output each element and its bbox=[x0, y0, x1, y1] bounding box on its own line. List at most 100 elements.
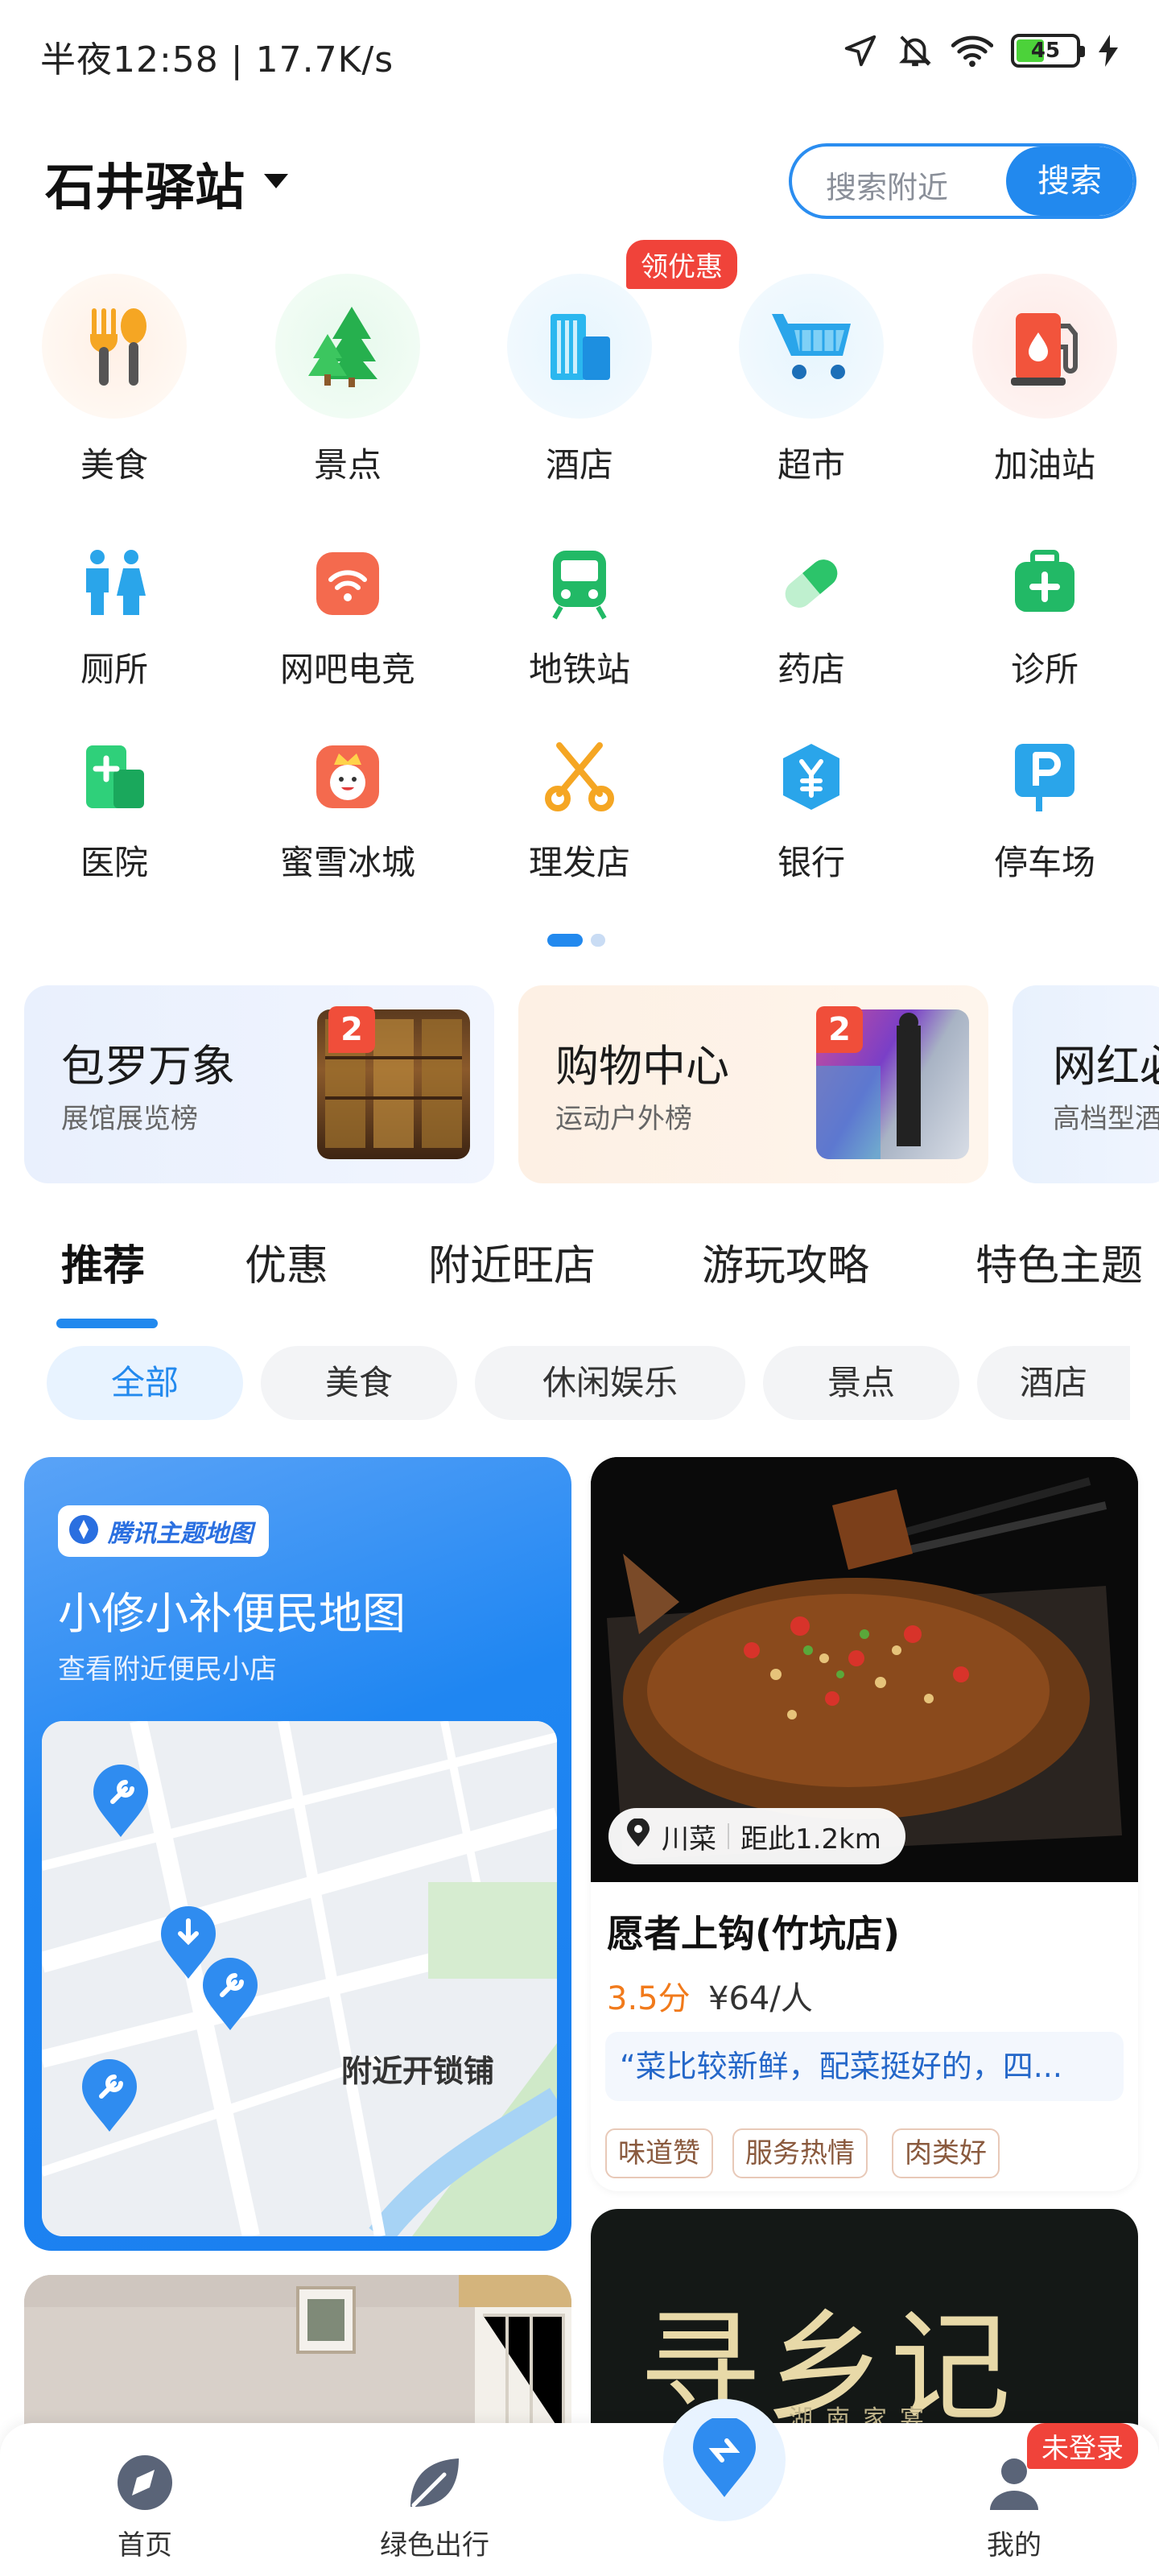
status-bar: 半夜12:58 | 17.7K/s 45 bbox=[0, 0, 1159, 105]
charging-icon bbox=[1098, 35, 1119, 67]
restaurant-tag: 肉类好 bbox=[892, 2128, 1000, 2178]
hotel-promo-badge: 领优惠 bbox=[626, 240, 737, 289]
category-hotel[interactable]: 酒店 bbox=[491, 274, 668, 487]
caret-down-icon bbox=[262, 172, 290, 193]
feature-card-trending[interactable]: 网红必 高档型酒 bbox=[1013, 985, 1159, 1183]
status-time: 半夜12:58 | 17.7K/s bbox=[40, 39, 394, 80]
category-scenic[interactable]: 景点 bbox=[259, 274, 436, 487]
chip-leisure[interactable]: 休闲娱乐 bbox=[475, 1346, 745, 1420]
category-label: 加油站 bbox=[993, 445, 1095, 485]
restaurant-tag: 味道赞 bbox=[605, 2128, 713, 2178]
category-label: 银行 bbox=[777, 843, 845, 882]
feature-card-subtitle: 运动户外榜 bbox=[555, 1103, 692, 1135]
map-brand-text: 腾讯主题地图 bbox=[108, 1520, 253, 1548]
login-status-badge: 未登录 bbox=[1027, 2423, 1138, 2469]
chip-food[interactable]: 美食 bbox=[261, 1346, 457, 1420]
category-bank[interactable]: 银行 bbox=[723, 733, 900, 885]
content-tabs: 推荐 优惠 附近旺店 游玩攻略 特色主题 bbox=[0, 1232, 1159, 1328]
nav-map-button[interactable] bbox=[663, 2399, 786, 2521]
category-mixue[interactable]: 蜜雪冰城 bbox=[259, 733, 436, 885]
nav-home[interactable]: 首页 bbox=[64, 2452, 225, 2562]
category-parking[interactable]: 停车场 bbox=[956, 733, 1133, 885]
feature-card-rank: 2 bbox=[816, 1006, 863, 1053]
nav-label: 我的 bbox=[987, 2529, 1041, 2562]
category-gas-station[interactable]: 加油站 bbox=[956, 274, 1133, 487]
restaurant-card-2[interactable]: 寻乡记 湖南家宴 bbox=[591, 2209, 1138, 2434]
restaurant-photo: 川菜 距此1.2km bbox=[591, 1457, 1138, 1882]
status-icons: 45 bbox=[842, 32, 1119, 69]
category-label: 理发店 bbox=[528, 843, 630, 882]
category-label: 药店 bbox=[777, 650, 845, 689]
map-poi-label: 附近开锁铺 bbox=[341, 2054, 495, 2089]
tab-guides[interactable]: 游玩攻略 bbox=[702, 1232, 869, 1292]
nav-label: 首页 bbox=[118, 2529, 172, 2562]
leaf-icon bbox=[404, 2458, 465, 2516]
category-toilet[interactable]: 厕所 bbox=[26, 539, 203, 691]
search-input[interactable]: 搜索附近 bbox=[826, 163, 948, 207]
category-internet-cafe[interactable]: 网吧电竞 bbox=[259, 539, 436, 691]
category-clinic[interactable]: 诊所 bbox=[956, 539, 1133, 691]
restaurant-price: ¥64/人 bbox=[708, 1980, 813, 2017]
nav-green-travel[interactable]: 绿色出行 bbox=[354, 2452, 515, 2562]
category-supermarket[interactable]: 超市 bbox=[723, 274, 900, 487]
search-button[interactable]: 搜索 bbox=[1006, 147, 1133, 216]
restaurant-card[interactable]: 川菜 距此1.2km 愿者上钩(竹坑店) 3.5分 ¥64/人 “菜比较新鲜，配… bbox=[591, 1457, 1138, 2191]
feature-card-shopping[interactable]: 购物中心 运动户外榜 2 bbox=[518, 985, 988, 1183]
chip-all[interactable]: 全部 bbox=[47, 1346, 243, 1420]
category-pharmacy[interactable]: 药店 bbox=[723, 539, 900, 691]
clinic-icon bbox=[1000, 539, 1089, 628]
compass-nav-icon bbox=[114, 2455, 175, 2516]
subway-icon bbox=[535, 539, 624, 628]
tab-recommend[interactable]: 推荐 bbox=[61, 1232, 145, 1292]
chip-scenic[interactable]: 景点 bbox=[763, 1346, 959, 1420]
feature-card-subtitle: 展馆展览榜 bbox=[61, 1103, 198, 1135]
category-hospital[interactable]: 医院 bbox=[26, 733, 203, 885]
search-box[interactable]: 搜索附近 搜索 bbox=[789, 143, 1136, 219]
mixue-icon bbox=[303, 733, 392, 821]
page-dot-active bbox=[547, 934, 583, 947]
location-arrow-icon bbox=[842, 32, 879, 69]
tab-discount[interactable]: 优惠 bbox=[245, 1232, 328, 1292]
food-icon bbox=[42, 274, 187, 419]
room-card[interactable] bbox=[24, 2275, 571, 2436]
hospital-icon bbox=[70, 733, 159, 821]
map-brand: 腾讯主题地图 bbox=[58, 1505, 269, 1557]
location-name: 石井驿站 bbox=[45, 158, 245, 217]
map-preview: 附近开锁铺 bbox=[42, 1721, 557, 2236]
category-barber[interactable]: 理发店 bbox=[491, 733, 668, 885]
wifi-icon bbox=[951, 32, 993, 69]
wrench-pin-icon[interactable] bbox=[90, 1765, 151, 1842]
feature-card-exhibition[interactable]: 包罗万象 展馆展览榜 2 bbox=[24, 985, 494, 1183]
battery-icon: 45 bbox=[1011, 34, 1085, 68]
download-pin-icon[interactable] bbox=[158, 1810, 219, 1979]
feature-card-title: 网红必 bbox=[1053, 1041, 1159, 1092]
tab-active-indicator bbox=[56, 1319, 158, 1328]
location-selector[interactable]: 石井驿站 bbox=[45, 147, 290, 219]
map-card-subtitle: 查看附近便民小店 bbox=[58, 1653, 277, 1686]
user-icon bbox=[984, 2458, 1045, 2516]
category-label: 美食 bbox=[80, 445, 148, 485]
category-label: 酒店 bbox=[545, 445, 613, 485]
category-subway[interactable]: 地铁站 bbox=[491, 539, 668, 691]
supermarket-icon bbox=[739, 274, 884, 419]
category-label: 网吧电竞 bbox=[279, 650, 415, 689]
category-label: 超市 bbox=[777, 445, 845, 485]
category-label: 医院 bbox=[80, 843, 148, 882]
barber-icon bbox=[535, 733, 624, 821]
bell-muted-icon bbox=[897, 32, 934, 69]
category-food[interactable]: 美食 bbox=[26, 274, 203, 487]
feature-card-rank: 2 bbox=[328, 1006, 375, 1053]
chip-hotel[interactable]: 酒店 bbox=[977, 1346, 1130, 1420]
battery-level: 45 bbox=[1030, 39, 1061, 63]
restaurant-tag: 服务热情 bbox=[732, 2128, 868, 2178]
map-card[interactable]: 腾讯主题地图 小修小补便民地图 查看附近便民小店 附近开锁铺 bbox=[24, 1457, 571, 2251]
restaurant-score: 3.5分 bbox=[607, 1980, 691, 2017]
category-label: 诊所 bbox=[1010, 650, 1079, 689]
scenic-icon bbox=[275, 274, 420, 419]
category-label: 厕所 bbox=[80, 650, 148, 689]
wrench-pin-icon[interactable] bbox=[200, 1958, 261, 2035]
tab-themes[interactable]: 特色主题 bbox=[975, 1232, 1143, 1292]
wrench-pin-icon[interactable] bbox=[79, 2059, 140, 2136]
nav-label: 绿色出行 bbox=[380, 2529, 489, 2562]
tab-popular-nearby[interactable]: 附近旺店 bbox=[428, 1232, 596, 1292]
